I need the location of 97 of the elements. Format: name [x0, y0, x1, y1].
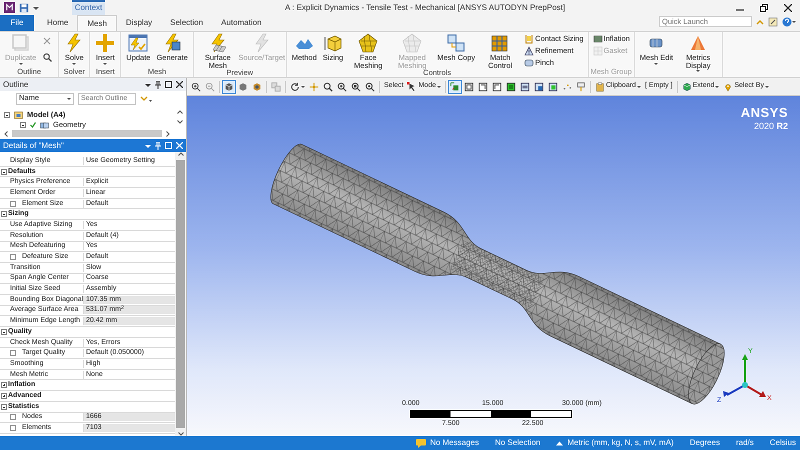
panel-title: Outline [3, 80, 28, 90]
cube-icon [682, 82, 692, 92]
scrollbar-thumb[interactable] [176, 160, 185, 428]
checkbox[interactable] [10, 425, 16, 432]
plus-icon [95, 33, 116, 53]
caret-up-icon[interactable] [556, 440, 564, 446]
map-pin-icon [723, 82, 734, 92]
expander-icon[interactable] [1, 404, 7, 410]
checkbox[interactable] [10, 200, 16, 207]
expander-icon[interactable] [1, 328, 7, 335]
pin-icon[interactable] [155, 80, 161, 88]
expander-icon[interactable] [1, 211, 7, 218]
notepad-icon[interactable] [768, 16, 778, 26]
rotate-icon [290, 82, 300, 92]
scrollbar-thumb[interactable] [12, 130, 162, 137]
panel-title: Details of "Mesh" [3, 140, 64, 150]
select-icon [450, 82, 460, 92]
face-select-icon [520, 82, 530, 92]
expander-icon[interactable] [4, 112, 10, 118]
ribbon-tab[interactable]: Automation [212, 15, 271, 31]
ribbon-tab[interactable]: Home [38, 15, 78, 31]
zoom-fit-icon [365, 82, 375, 92]
geometry-icon [40, 122, 49, 128]
cube-icon [238, 82, 248, 92]
zoom-box-icon [351, 82, 361, 92]
scroll-down-icon[interactable] [178, 432, 184, 436]
face-select-icon [492, 82, 502, 92]
expander-icon[interactable] [20, 122, 26, 128]
bracket-icon [524, 34, 534, 44]
caret-icon[interactable] [145, 82, 151, 88]
grid-cube-icon [490, 33, 510, 53]
ribbon-tab[interactable]: Selection [161, 15, 212, 31]
pan-icon [309, 82, 319, 92]
stacked-boxes-icon [271, 82, 281, 92]
ribbon-tab[interactable]: Mesh [77, 15, 117, 31]
status-text: Celsius [770, 438, 796, 448]
close-icon[interactable] [784, 4, 792, 12]
version-label: 2020 R2 [752, 120, 788, 132]
close-icon[interactable] [176, 81, 183, 88]
axis-triad-drawing [723, 354, 766, 397]
window-title: A : Explicit Dynamics - Tensile Test - Mechanical [ANSYS AUTODYN PrepPost] [285, 2, 566, 14]
status-text: Degrees [690, 438, 720, 448]
status-text[interactable]: Metric (mm, kg, N, s, mV, mA) [567, 438, 674, 448]
file-tab[interactable]: File [0, 15, 34, 31]
scroll-down-icon[interactable] [177, 120, 183, 124]
scroll-right-icon[interactable] [166, 130, 170, 136]
pin-tool-icon [576, 82, 586, 92]
scroll-up-icon[interactable] [178, 152, 184, 156]
pinch-icon [524, 58, 534, 68]
zoom-out-icon [205, 82, 215, 92]
mesh-icon [358, 33, 378, 53]
expander-icon[interactable] [1, 168, 7, 175]
checkbox[interactable] [10, 350, 16, 356]
clipboard-icon [594, 82, 605, 92]
shaded-cube-icon [252, 82, 262, 92]
layers-icon [592, 34, 603, 44]
status-text: rad/s [736, 438, 754, 448]
app-icon[interactable] [4, 2, 15, 13]
zoom-in-icon [191, 82, 201, 92]
chevron-down-icon[interactable] [140, 94, 152, 102]
search-icon[interactable] [43, 53, 52, 62]
caret-icon[interactable] [33, 4, 39, 10]
speech-bubble-icon [416, 438, 426, 448]
cubes-icon [446, 33, 466, 53]
face-select-icon [506, 82, 516, 92]
save-icon[interactable] [19, 2, 29, 12]
scroll-up-icon[interactable] [177, 110, 183, 114]
face-select-icon [534, 82, 544, 92]
help-icon[interactable] [782, 16, 796, 26]
gasket-icon [592, 46, 603, 56]
mesh-icon [402, 33, 422, 53]
zoom-in-icon [337, 82, 347, 92]
status-text: No Selection [494, 438, 540, 448]
status-text: No Messages [430, 438, 479, 448]
restore-icon[interactable] [760, 4, 768, 12]
model-icon [14, 111, 23, 119]
face-select-icon [478, 82, 488, 92]
checkbox[interactable] [10, 254, 16, 260]
expander-icon[interactable] [1, 382, 7, 388]
duplicate-icon [10, 33, 31, 53]
face-select-icon [548, 82, 558, 92]
context-tab-label: Context [72, 0, 105, 15]
points-icon [562, 82, 572, 92]
logo-text: ANSYS [740, 106, 788, 121]
toolbar-icon-button[interactable] [222, 80, 236, 94]
zoom-icon [323, 82, 333, 92]
ribbon-tab[interactable]: Display [116, 15, 162, 31]
checkbox[interactable] [10, 414, 16, 420]
cube-icon [323, 33, 343, 53]
arrow-cursor-icon [407, 82, 418, 92]
expander-icon[interactable] [1, 392, 7, 399]
refinement-icon [524, 46, 534, 56]
check-icon [30, 122, 36, 128]
scroll-left-icon[interactable] [4, 130, 8, 136]
face-select-icon [464, 82, 474, 92]
maximize-icon[interactable] [165, 81, 172, 88]
cube-icon [224, 82, 234, 92]
